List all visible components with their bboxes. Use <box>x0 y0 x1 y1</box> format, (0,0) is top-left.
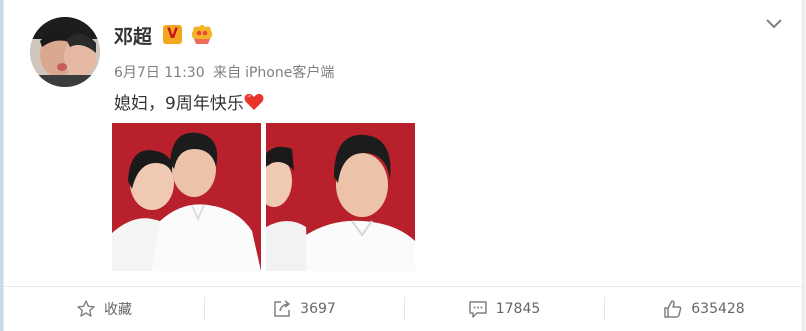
favorite-label: 收藏 <box>104 302 132 318</box>
post-source[interactable]: iPhone客户端 <box>245 65 334 81</box>
username[interactable]: 邓超 <box>114 22 152 49</box>
repost-button[interactable]: 3697 <box>204 287 404 331</box>
post-text-content: 媳妇，9周年快乐 <box>114 94 244 114</box>
avatar[interactable] <box>30 17 100 87</box>
heart-emoji-icon <box>244 93 264 110</box>
post-text: 媳妇，9周年快乐 <box>114 89 264 114</box>
chevron-down-icon[interactable] <box>764 16 784 32</box>
thumbs-up-icon <box>664 300 682 318</box>
weibo-post-card: 邓超 V 6月7日 11:30 来自 iPhone客户端 媳妇，9周年快乐 收藏… <box>3 0 803 331</box>
like-button[interactable]: 635428 <box>604 287 804 331</box>
post-time[interactable]: 6月7日 11:30 <box>114 65 205 81</box>
post-image-1[interactable] <box>112 123 261 271</box>
verified-icon: V <box>163 25 182 44</box>
comment-button[interactable]: 17845 <box>404 287 604 331</box>
comment-count: 17845 <box>495 301 541 317</box>
star-icon <box>77 300 95 317</box>
like-count: 635428 <box>691 301 745 317</box>
post-meta: 6月7日 11:30 来自 iPhone客户端 <box>114 62 338 82</box>
share-icon <box>274 300 291 317</box>
repost-count: 3697 <box>300 301 336 317</box>
post-image-2[interactable] <box>266 123 415 271</box>
action-bar: 收藏 3697 17845 635428 <box>4 287 804 331</box>
comment-icon <box>468 301 487 318</box>
vip-level-icon[interactable] <box>190 23 214 45</box>
source-prefix: 来自 <box>213 65 242 81</box>
favorite-button[interactable]: 收藏 <box>4 287 204 331</box>
